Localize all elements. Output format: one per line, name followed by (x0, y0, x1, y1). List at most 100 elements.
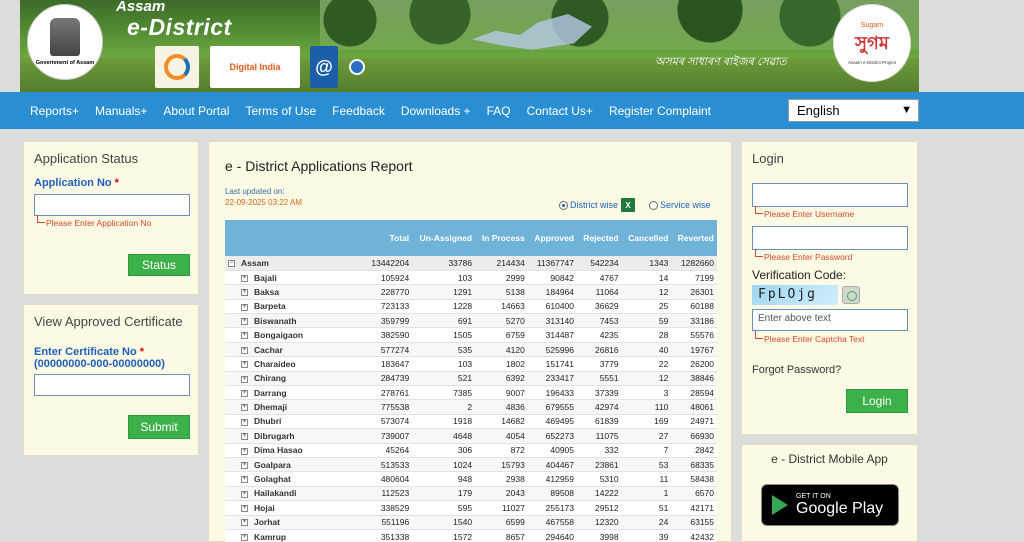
cell-total: 551196 (365, 515, 413, 530)
cell-rejected: 11075 (577, 428, 622, 444)
username-input[interactable] (752, 183, 908, 207)
digital-india-logo[interactable]: Digital India (210, 46, 300, 88)
cell-unassigned: 1540 (412, 515, 476, 530)
captcha-input[interactable]: Enter above text (752, 309, 908, 331)
district-cell[interactable]: − Assam (225, 256, 365, 271)
cell-unassigned: 306 (412, 443, 476, 458)
service-wise-label[interactable]: Service wise (660, 200, 711, 210)
cell-in-process: 6392 (475, 371, 528, 387)
nav-manuals[interactable]: Manuals+ (87, 104, 155, 118)
expand-icon[interactable]: + (241, 433, 248, 441)
district-cell[interactable]: + Cachar (225, 342, 365, 358)
expand-icon[interactable]: + (241, 490, 248, 498)
nav-feedback[interactable]: Feedback (324, 104, 393, 118)
expand-icon[interactable]: + (241, 533, 248, 541)
col-header-reverted: Reverted (671, 220, 717, 256)
district-cell[interactable]: + Baksa (225, 284, 365, 300)
nav-downloads[interactable]: Downloads + (393, 104, 479, 118)
nav-reports[interactable]: Reports+ (0, 104, 87, 118)
nav-register-complaint[interactable]: Register Complaint (601, 104, 719, 118)
table-row: + Cachar 577274 535 4120 525996 26816 40 19767 (225, 342, 717, 358)
district-cell[interactable]: + Goalpara (225, 457, 365, 473)
login-button[interactable]: Login (846, 389, 908, 413)
cell-in-process: 214434 (475, 256, 528, 271)
expand-icon[interactable]: + (241, 505, 248, 513)
sugam-logo[interactable]: Sugam সুগম Assam e-District Project (833, 4, 911, 82)
nav-terms-of-use[interactable]: Terms of Use (237, 104, 324, 118)
mobile-app-panel: e - District Mobile App GET IT ON Google… (741, 444, 918, 542)
district-report-table: Total Un-Assigned In Process Approved Re… (225, 220, 717, 542)
cell-reverted: 42171 (671, 500, 717, 516)
expand-icon[interactable]: + (241, 476, 248, 484)
at-logo[interactable]: @ (310, 46, 338, 88)
cell-reverted: 38846 (671, 371, 717, 387)
password-input[interactable] (752, 226, 908, 250)
certificate-no-input[interactable] (34, 374, 190, 396)
district-wise-radio[interactable] (559, 200, 568, 210)
expand-icon[interactable]: + (241, 274, 248, 282)
application-no-input[interactable] (34, 194, 190, 216)
play-store-icon (772, 495, 788, 515)
district-cell[interactable]: + Darrang (225, 385, 365, 401)
district-cell[interactable]: + Golaghat (225, 471, 365, 487)
forgot-password-link[interactable]: Forgot Password? (752, 364, 841, 376)
assam-logo[interactable] (155, 46, 199, 88)
excel-export-icon[interactable]: X (621, 198, 636, 212)
expand-icon[interactable]: + (241, 332, 248, 340)
expand-icon[interactable]: + (241, 404, 248, 412)
district-cell[interactable]: + Charaideo (225, 356, 365, 372)
district-cell[interactable]: + Hojai (225, 500, 365, 516)
expand-icon[interactable]: + (241, 375, 248, 383)
cell-cancelled: 12 (621, 284, 672, 300)
service-wise-radio[interactable] (649, 200, 659, 210)
government-emblem-logo[interactable]: Government of Assam (27, 4, 103, 80)
expand-icon[interactable]: + (241, 519, 248, 527)
expand-icon[interactable]: + (241, 346, 248, 354)
refresh-captcha-icon[interactable] (842, 286, 860, 304)
cell-total: 573074 (365, 414, 413, 430)
district-name: Bongaigaon (254, 330, 304, 341)
district-name: Jorhat (254, 517, 280, 528)
cell-reverted: 63155 (671, 515, 717, 530)
district-cell[interactable]: + Biswanath (225, 313, 365, 329)
cell-rejected: 7453 (577, 313, 622, 329)
expand-icon[interactable]: + (241, 418, 248, 426)
district-cell[interactable]: + Hailakandi (225, 486, 365, 502)
district-cell[interactable]: + Kamrup (225, 529, 365, 542)
table-row: + Dhemaji 775538 2 4836 679555 42974 110 48061 (225, 399, 717, 415)
district-cell[interactable]: + Dibrugarh (225, 428, 365, 444)
submit-button[interactable]: Submit (128, 415, 190, 439)
district-name: Cachar (254, 344, 283, 355)
district-wise-label[interactable]: District wise (570, 200, 618, 210)
district-cell[interactable]: + Dhubri (225, 414, 365, 430)
expand-icon[interactable]: + (241, 289, 248, 297)
district-cell[interactable]: + Dhemaji (225, 399, 365, 415)
district-cell[interactable]: + Barpeta (225, 299, 365, 315)
emblem-caption: Government of Assam (35, 60, 95, 66)
expand-icon[interactable]: + (241, 389, 248, 397)
col-header-in-process: In Process (475, 220, 528, 256)
expand-icon[interactable]: + (241, 461, 248, 469)
captcha-image: FpLOjg (752, 285, 838, 305)
expand-icon[interactable]: + (241, 447, 248, 455)
expand-icon[interactable]: + (241, 303, 248, 311)
nav-about-portal[interactable]: About Portal (155, 104, 237, 118)
collapse-icon[interactable]: − (228, 260, 235, 268)
status-button[interactable]: Status (128, 254, 190, 276)
expand-icon[interactable]: + (241, 361, 248, 369)
cell-cancelled: 39 (621, 529, 672, 542)
nav-faq[interactable]: FAQ (479, 104, 519, 118)
district-cell[interactable]: + Bongaigaon (225, 327, 365, 343)
district-cell[interactable]: + Chirang (225, 371, 365, 387)
district-cell[interactable]: + Bajali (225, 270, 365, 286)
header-banner: Government of Assam Assam e-District Dig… (20, 0, 919, 92)
language-select[interactable]: English ▼ (788, 99, 919, 122)
district-cell[interactable]: + Dima Hasao (225, 443, 365, 458)
expand-icon[interactable]: + (241, 318, 248, 325)
cell-approved: 525996 (527, 342, 578, 358)
nav-contact-us[interactable]: Contact Us+ (519, 104, 601, 118)
store-line-2: Google Play (796, 499, 884, 517)
google-play-badge[interactable]: GET IT ON Google Play (761, 484, 899, 526)
location-pin-logo[interactable] (345, 46, 369, 88)
district-cell[interactable]: + Jorhat (225, 515, 365, 530)
